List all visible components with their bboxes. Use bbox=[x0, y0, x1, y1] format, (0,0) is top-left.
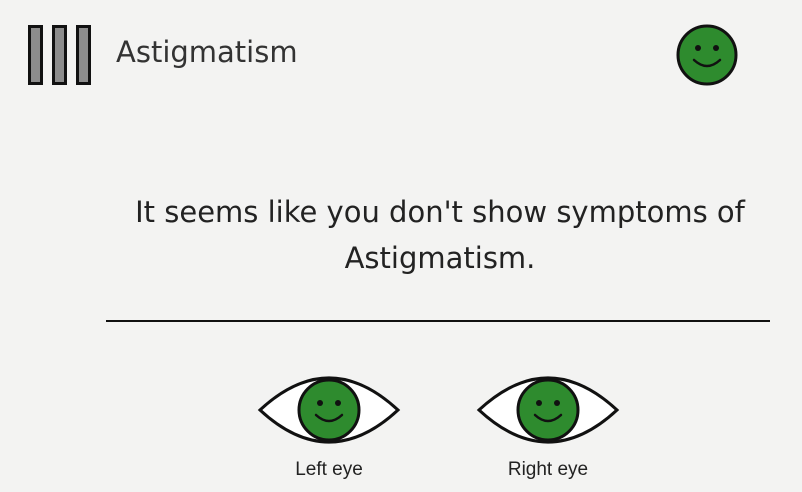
smiley-face-icon bbox=[676, 24, 738, 86]
right-eye-label: Right eye bbox=[507, 459, 589, 480]
divider bbox=[106, 320, 770, 322]
smiley-face-icon bbox=[516, 378, 580, 442]
page-title: Astigmatism bbox=[116, 35, 298, 69]
left-eye-status: Left eye bbox=[257, 372, 401, 482]
eye-icon bbox=[257, 376, 401, 444]
eye-icon bbox=[476, 376, 620, 444]
left-eye-label: Left eye bbox=[295, 459, 363, 480]
menu-bars-icon[interactable] bbox=[28, 25, 92, 85]
smiley-face-icon bbox=[297, 378, 361, 442]
result-message: It seems like you don't show symptoms of… bbox=[135, 195, 745, 275]
right-eye-status: Right eye bbox=[476, 372, 620, 482]
